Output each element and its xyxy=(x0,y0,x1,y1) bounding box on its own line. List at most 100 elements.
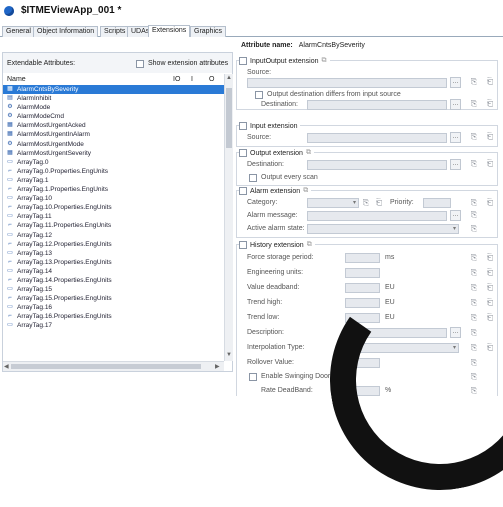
scroll-right-icon[interactable]: ▶ xyxy=(215,363,220,370)
attribute-row[interactable]: ▭ ArrayTag.12 xyxy=(3,231,224,240)
copy-icon[interactable]: ⎘ xyxy=(469,224,479,234)
help-icon[interactable]: ⧉ xyxy=(306,149,311,157)
attribute-row[interactable]: ▭ ArrayTag.14 xyxy=(3,267,224,276)
output-checkbox[interactable] xyxy=(239,149,247,157)
attribute-row[interactable]: ▭ ArrayTag.16 xyxy=(3,303,224,312)
help-icon[interactable]: ⧉ xyxy=(307,241,312,249)
paste-icon[interactable]: ⎗ xyxy=(485,253,495,263)
trend-high-field[interactable] xyxy=(345,298,380,308)
attribute-row[interactable]: ▭ ArrayTag.17 xyxy=(3,321,224,330)
copy-icon[interactable]: ⎘ xyxy=(469,283,479,293)
description-field[interactable] xyxy=(345,328,447,338)
attribute-row[interactable]: ⌐ ArrayTag.11.Properties.EngUnits xyxy=(3,221,224,230)
tab-extensions[interactable]: Extensions xyxy=(148,25,191,37)
attribute-row[interactable]: ⌐ ArrayTag.14.Properties.EngUnits xyxy=(3,276,224,285)
paste-icon[interactable]: ⎗ xyxy=(485,313,495,323)
paste-icon[interactable]: ⎗ xyxy=(485,198,495,208)
interpolation-type-select[interactable]: ▾ xyxy=(345,343,459,353)
attribute-row[interactable]: ▦ AlarmMostUrgentAcked xyxy=(3,121,224,130)
attribute-row[interactable]: ⌐ ArrayTag.1.Properties.EngUnits xyxy=(3,185,224,194)
copy-icon[interactable]: ⎘ xyxy=(469,358,479,368)
io-destination-field[interactable] xyxy=(307,100,447,110)
attribute-row[interactable]: ▦ AlarmMostUrgentInAlarm xyxy=(3,130,224,139)
alarm-message-field[interactable] xyxy=(307,211,447,221)
paste-icon[interactable]: ⎗ xyxy=(485,298,495,308)
io-destination-browse-button[interactable]: … xyxy=(450,99,461,110)
attribute-row[interactable]: ▦ AlarmMostUrgentSeverity xyxy=(3,149,224,158)
copy-icon[interactable]: ⎘ xyxy=(469,343,479,353)
io-source-field[interactable] xyxy=(247,78,447,88)
attribute-row[interactable]: ⌐ ArrayTag.16.Properties.EngUnits xyxy=(3,312,224,321)
paste-icon[interactable]: ⎗ xyxy=(485,159,495,169)
tab-scripts[interactable]: Scripts xyxy=(100,26,130,37)
show-extension-attributes-checkbox[interactable] xyxy=(136,60,144,68)
copy-icon[interactable]: ⎘ xyxy=(469,253,479,263)
attribute-row[interactable]: ⚙ AlarmMode xyxy=(3,103,224,112)
paste-icon[interactable]: ⎗ xyxy=(485,132,495,142)
engineering-units-field[interactable] xyxy=(345,268,380,278)
copy-icon[interactable]: ⎘ xyxy=(469,132,479,142)
tab-graphics[interactable]: Graphics xyxy=(190,26,227,37)
hscroll-thumb[interactable] xyxy=(11,364,201,369)
attribute-row[interactable]: ▦ AlarmCntsBySeverity xyxy=(3,85,224,95)
attribute-row[interactable]: ▭ ArrayTag.10 xyxy=(3,194,224,203)
paste-icon[interactable]: ⎗ xyxy=(485,77,495,87)
alarm-priority-field[interactable] xyxy=(423,198,451,208)
description-browse-button[interactable]: … xyxy=(450,327,461,338)
scroll-up-icon[interactable]: ▲ xyxy=(226,75,232,81)
col-i[interactable]: I xyxy=(191,76,193,83)
attribute-row[interactable]: ⌐ ArrayTag.12.Properties.EngUnits xyxy=(3,240,224,249)
input-checkbox[interactable] xyxy=(239,122,247,130)
io-differs-checkbox[interactable] xyxy=(255,91,263,99)
copy-icon[interactable]: ⎘ xyxy=(469,77,479,87)
alarm-message-browse-button[interactable]: … xyxy=(450,210,461,221)
alarm-checkbox[interactable] xyxy=(239,187,247,195)
copy-icon[interactable]: ⎘ xyxy=(469,99,479,109)
copy-icon[interactable]: ⎘ xyxy=(469,210,479,220)
copy-icon[interactable]: ⎘ xyxy=(469,298,479,308)
paste-icon[interactable]: ⎗ xyxy=(485,99,495,109)
copy-icon[interactable]: ⎘ xyxy=(469,386,479,396)
vertical-scrollbar[interactable]: ▲ ▼ xyxy=(224,74,233,361)
horizontal-scrollbar[interactable]: ◀ ▶ xyxy=(3,361,224,371)
scroll-thumb[interactable] xyxy=(226,88,232,148)
col-name[interactable]: Name xyxy=(7,76,26,83)
attribute-row[interactable]: ▭ ArrayTag.0 xyxy=(3,158,224,167)
force-storage-field[interactable] xyxy=(345,253,380,263)
rate-deadband-field[interactable] xyxy=(345,386,380,396)
alarm-category-select[interactable]: ▾ xyxy=(307,198,359,208)
copy-icon[interactable]: ⎘ xyxy=(469,328,479,338)
scroll-left-icon[interactable]: ◀ xyxy=(4,363,9,370)
attribute-row[interactable]: ⚙ AlarmModeCmd xyxy=(3,112,224,121)
history-checkbox[interactable] xyxy=(239,241,247,249)
copy-icon[interactable]: ⎘ xyxy=(469,313,479,323)
attribute-row[interactable]: ⌐ ArrayTag.0.Properties.EngUnits xyxy=(3,167,224,176)
copy-icon[interactable]: ⎘ xyxy=(469,372,479,382)
paste-icon[interactable]: ⎗ xyxy=(485,283,495,293)
attribute-row[interactable]: ▤ AlarmInhibit xyxy=(3,94,224,103)
attribute-row[interactable]: ⌐ ArrayTag.10.Properties.EngUnits xyxy=(3,203,224,212)
attribute-row[interactable]: ⚙ AlarmMostUrgentMode xyxy=(3,140,224,149)
help-icon[interactable]: ⧉ xyxy=(303,187,308,195)
help-icon[interactable]: ⧉ xyxy=(322,57,327,65)
inputoutput-checkbox[interactable] xyxy=(239,57,247,65)
trend-low-field[interactable] xyxy=(345,313,380,323)
col-o[interactable]: O xyxy=(209,76,214,83)
scroll-down-icon[interactable]: ▼ xyxy=(226,352,232,358)
copy-icon[interactable]: ⎘ xyxy=(469,198,479,208)
copy-icon[interactable]: ⎘ xyxy=(469,159,479,169)
paste-icon[interactable]: ⎗ xyxy=(485,343,495,353)
attribute-row[interactable]: ▭ ArrayTag.11 xyxy=(3,212,224,221)
swinging-door-checkbox[interactable] xyxy=(249,373,257,381)
output-destination-browse-button[interactable]: … xyxy=(450,159,461,170)
input-source-field[interactable] xyxy=(307,133,447,143)
copy-icon[interactable]: ⎘ xyxy=(361,198,371,208)
paste-icon[interactable]: ⎗ xyxy=(374,198,384,208)
attribute-row[interactable]: ⌐ ArrayTag.15.Properties.EngUnits xyxy=(3,294,224,303)
col-io[interactable]: IO xyxy=(173,76,180,83)
alarm-active-state-select[interactable]: ▾ xyxy=(307,224,459,234)
attribute-row[interactable]: ▭ ArrayTag.13 xyxy=(3,249,224,258)
attribute-row[interactable]: ⌐ ArrayTag.13.Properties.EngUnits xyxy=(3,258,224,267)
input-source-browse-button[interactable]: … xyxy=(450,132,461,143)
rollover-value-field[interactable] xyxy=(345,358,380,368)
